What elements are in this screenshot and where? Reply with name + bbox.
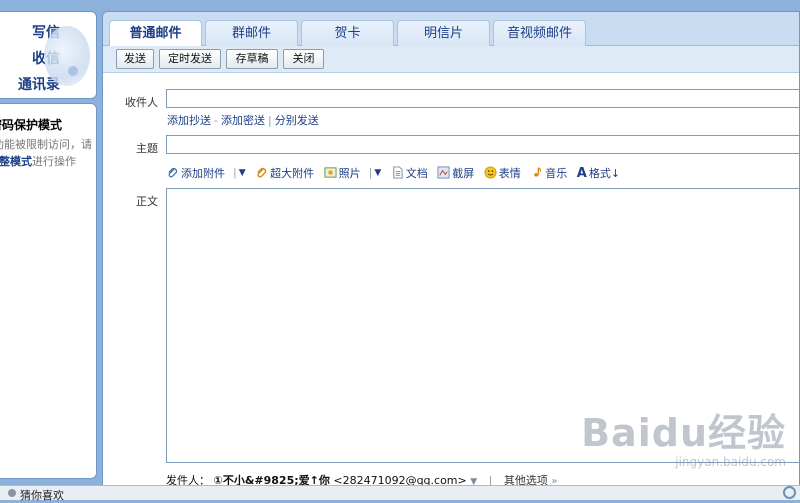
add-bcc-link[interactable]: 添加密送 xyxy=(221,114,265,127)
separate-send-link[interactable]: 分别发送 xyxy=(275,114,319,127)
sidebar-decoration-disc xyxy=(44,26,90,86)
send-button[interactable]: 发送 xyxy=(116,49,154,69)
font-format-icon: A xyxy=(576,166,587,181)
add-attachment-label: 添加附件 xyxy=(181,167,225,180)
sidebar-decoration-dot xyxy=(68,66,78,76)
compose-panel: 普通邮件 群邮件 贺卡 明信片 音视频邮件 发送 定时发送 存草稿 关闭 收件人… xyxy=(102,11,800,489)
document-button[interactable]: 文档 xyxy=(391,165,428,181)
smiley-icon xyxy=(484,166,497,179)
tab-greeting-card[interactable]: 贺卡 xyxy=(301,20,394,47)
attachment-toolbar: 添加附件 | ▼ 超大附件 照片 | ▼ 文档 截屏 表情 音乐 A 格式↓ xyxy=(166,165,626,183)
large-attachment-button[interactable]: 超大附件 xyxy=(255,165,314,181)
format-label: 格式↓ xyxy=(588,167,621,180)
add-attachment-button[interactable]: 添加附件 xyxy=(166,165,225,181)
recipient-label: 收件人 xyxy=(125,96,158,109)
status-bar: 猜你喜欢 xyxy=(0,485,800,503)
large-paperclip-icon xyxy=(257,167,267,178)
emoticon-button[interactable]: 表情 xyxy=(484,165,521,181)
large-attachment-label: 超大附件 xyxy=(270,167,315,180)
notice-line-2: 完整模式进行操作 xyxy=(0,153,76,169)
photo-dropdown-icon[interactable]: ▼ xyxy=(374,168,381,178)
tab-av-mail[interactable]: 音视频邮件 xyxy=(493,20,586,47)
tab-normal-mail[interactable]: 普通邮件 xyxy=(109,20,202,47)
recipient-input[interactable] xyxy=(166,89,799,108)
screenshot-button[interactable]: 截屏 xyxy=(437,165,474,181)
sidebar-nav-panel: 写信 收信 通讯录 xyxy=(0,11,97,99)
body-editor[interactable] xyxy=(166,188,799,463)
photo-icon xyxy=(324,167,337,178)
body-label: 正文 xyxy=(136,195,158,208)
document-label: 文档 xyxy=(405,167,428,180)
recommend-link[interactable]: 猜你喜欢 xyxy=(20,487,64,503)
full-mode-link[interactable]: 完整模式 xyxy=(0,155,32,168)
music-note-icon xyxy=(534,167,542,177)
security-notice-panel: 密码保护模式 部分功能被限制访问，请 完整模式进行操作 xyxy=(0,103,97,479)
music-label: 音乐 xyxy=(545,167,568,180)
emoticon-label: 表情 xyxy=(498,167,521,180)
status-dot-icon xyxy=(8,489,16,497)
screenshot-label: 截屏 xyxy=(452,167,475,180)
paperclip-icon xyxy=(168,167,178,178)
scheduled-send-button[interactable]: 定时发送 xyxy=(159,49,221,69)
refresh-icon[interactable] xyxy=(783,486,796,499)
document-icon xyxy=(393,166,403,179)
tab-group-mail[interactable]: 群邮件 xyxy=(205,20,298,47)
notice-line: 部分功能被限制访问，请 xyxy=(0,138,92,151)
notice-line-2-rest: 进行操作 xyxy=(32,155,76,168)
compose-toolbar: 发送 定时发送 存草稿 关闭 xyxy=(103,46,799,73)
add-cc-link[interactable]: 添加抄送 xyxy=(167,114,211,127)
compose-tab-bar: 普通邮件 群邮件 贺卡 明信片 音视频邮件 xyxy=(103,12,799,47)
music-button[interactable]: 音乐 xyxy=(530,165,567,181)
format-button[interactable]: A 格式↓ xyxy=(577,165,620,181)
recipient-options: 添加抄送 - 添加密送 | 分别发送 xyxy=(167,112,319,128)
subject-input[interactable] xyxy=(166,135,799,154)
photo-label: 照片 xyxy=(338,167,361,180)
attachment-dropdown-icon[interactable]: ▼ xyxy=(239,168,246,178)
close-button[interactable]: 关闭 xyxy=(283,49,324,69)
photo-button[interactable]: 照片 xyxy=(324,165,361,181)
tab-postcard[interactable]: 明信片 xyxy=(397,20,490,47)
screenshot-icon xyxy=(437,166,450,179)
save-draft-button[interactable]: 存草稿 xyxy=(226,49,278,69)
notice-title: 密码保护模式 xyxy=(0,118,62,132)
separator: | xyxy=(267,114,272,127)
subject-label: 主题 xyxy=(136,142,158,155)
separator: - xyxy=(214,114,218,127)
